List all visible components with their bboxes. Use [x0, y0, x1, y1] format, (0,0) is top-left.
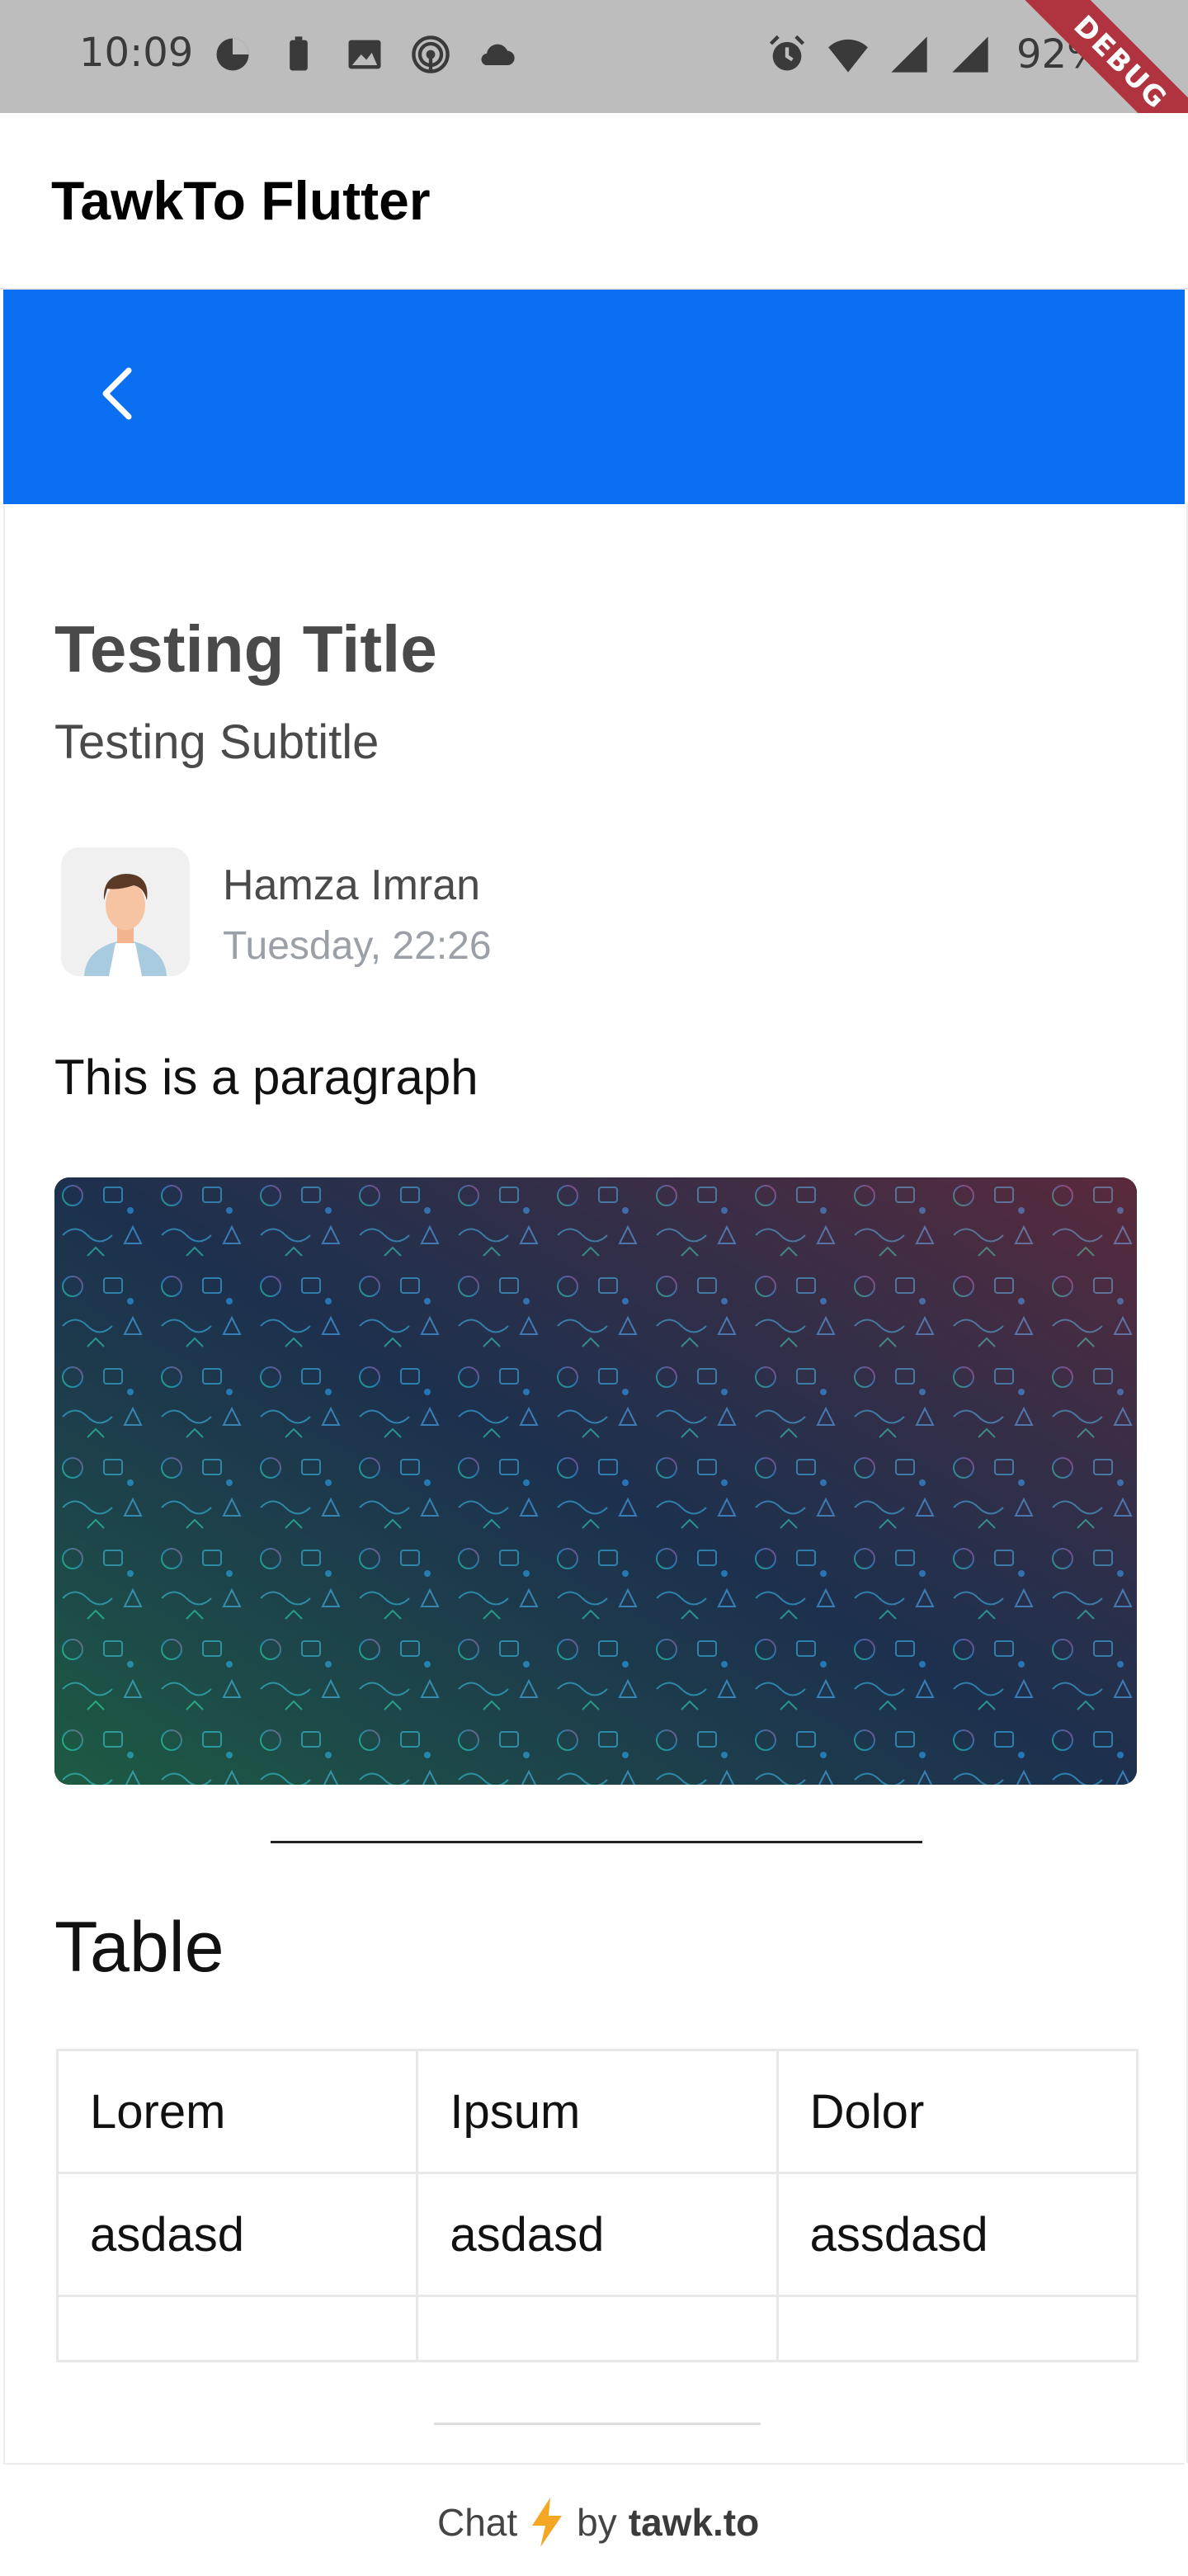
chevron-left-icon[interactable] — [86, 361, 152, 427]
cloud-icon — [481, 44, 515, 65]
table-heading: Table — [54, 1908, 224, 1987]
article-image — [54, 1177, 1137, 1785]
signal-icon — [952, 36, 988, 73]
table-row: Lorem Ipsum Dolor — [55, 2049, 1139, 2174]
avatar — [61, 847, 190, 976]
wifi-icon — [828, 39, 868, 73]
footer-brand[interactable]: tawk.to — [629, 2500, 759, 2545]
alarm-icon — [769, 35, 805, 71]
table-cell — [55, 2295, 419, 2362]
table-cell: Ipsum — [416, 2049, 779, 2174]
article-content: Testing Title Testing Subtitle Hamza Imr… — [3, 504, 1188, 2463]
article-date: Tuesday, 22:26 — [223, 924, 492, 968]
footer-chat-label: Chat — [437, 2501, 518, 2544]
article-subtitle: Testing Subtitle — [54, 715, 380, 769]
chat-footer[interactable]: Chat by tawk.to — [3, 2463, 1185, 2576]
table-cell: Dolor — [776, 2049, 1139, 2174]
data-saver-icon — [216, 38, 249, 71]
table-cell — [776, 2295, 1139, 2362]
avatar-icon — [61, 847, 190, 976]
battery-icon — [290, 36, 308, 71]
table-cell: assdasd — [776, 2172, 1139, 2297]
status-bar: 10:09 92% DEBUG — [0, 0, 1188, 172]
app-bar: TawkTo Flutter — [0, 113, 1188, 290]
author-name: Hamza Imran — [223, 861, 481, 909]
table-cell: asdasd — [55, 2172, 419, 2297]
status-time: 10:09 — [79, 30, 194, 76]
image-icon — [348, 40, 381, 69]
signal-icon — [891, 36, 927, 73]
divider — [434, 2423, 761, 2425]
lightning-icon — [532, 2498, 563, 2547]
doodle-pattern-image — [54, 1177, 1137, 1785]
article-header-bar — [3, 290, 1185, 504]
data-table: Lorem Ipsum Dolor asdasd asdasd assdasd — [55, 2049, 1139, 2362]
article-paragraph: This is a paragraph — [54, 1050, 478, 1105]
table-row — [55, 2295, 1139, 2362]
divider — [271, 1841, 922, 1843]
article-title: Testing Title — [54, 612, 437, 686]
footer-by-label: by — [577, 2501, 617, 2544]
app-title: TawkTo Flutter — [51, 170, 431, 231]
table-cell: Lorem — [55, 2049, 419, 2174]
table-row: asdasd asdasd assdasd — [55, 2172, 1139, 2297]
hotspot-icon — [412, 35, 450, 73]
table-cell — [416, 2295, 779, 2362]
table-cell: asdasd — [416, 2172, 779, 2297]
